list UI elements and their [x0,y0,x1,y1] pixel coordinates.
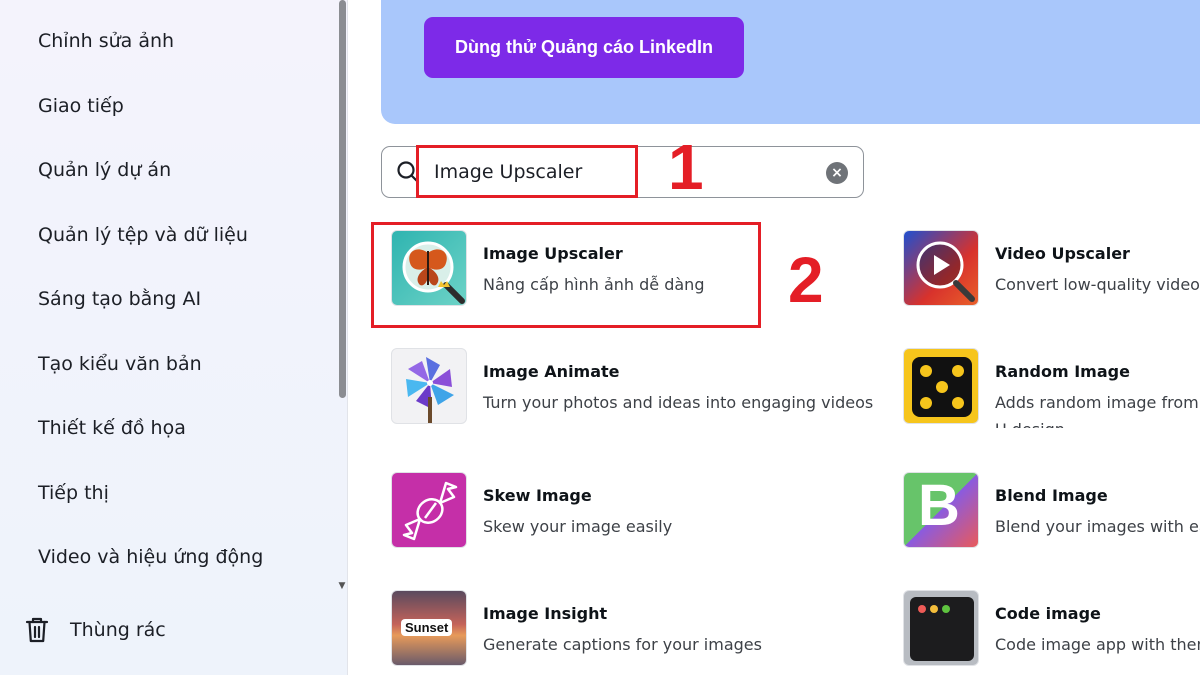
clear-search-icon[interactable]: × [826,162,848,184]
try-linkedin-ads-button[interactable]: Dùng thử Quảng cáo LinkedIn [424,17,744,78]
app-description: Blend your images with eas [995,517,1200,536]
sidebar-item-sang-tao-ai[interactable]: Sáng tạo bằng AI [38,288,201,310]
sidebar-item-tao-kieu-van-ban[interactable]: Tạo kiểu văn bản [38,353,202,375]
pinwheel-icon [391,348,467,424]
code-window-icon [903,590,979,666]
sidebar-item-video-hieu-ung[interactable]: Video và hiệu ứng động [38,546,263,568]
sunset-thumb-label: Sunset [401,619,453,636]
app-title: Skew Image [483,486,592,505]
app-description: Skew your image easily [483,517,673,536]
sidebar-item-giao-tiep[interactable]: Giao tiếp [38,95,124,117]
app-card-image-upscaler[interactable]: Image Upscaler Nâng cấp hình ảnh dễ dàng [391,230,861,310]
app-card-random-image[interactable]: Random Image Adds random image from U de… [903,348,1200,428]
app-description: Nâng cấp hình ảnh dễ dàng [483,275,705,294]
scroll-down-arrow-icon[interactable]: ▼ [336,580,348,592]
sidebar-item-quan-ly-tep[interactable]: Quản lý tệp và dữ liệu [38,224,248,246]
app-description: Code image app with them [995,635,1200,654]
sidebar: Chỉnh sửa ảnh Giao tiếp Quản lý dự án Qu… [0,0,348,675]
dice-icon [903,348,979,424]
candy-icon [391,472,467,548]
app-card-blend-image[interactable]: B Blend Image Blend your images with eas [903,472,1200,552]
app-description: Turn your photos and ideas into engaging… [483,393,874,412]
app-title: Image Upscaler [483,244,623,263]
app-title: Video Upscaler [995,244,1130,263]
app-description: Generate captions for your images [483,635,762,654]
sidebar-item-quan-ly-du-an[interactable]: Quản lý dự án [38,159,171,181]
app-card-video-upscaler[interactable]: Video Upscaler Convert low-quality video… [903,230,1200,310]
app-title: Image Insight [483,604,608,623]
app-card-image-insight[interactable]: Sunset Image Insight Generate captions f… [391,590,861,670]
app-title: Code image [995,604,1101,623]
app-title: Image Animate [483,362,620,381]
letter-b-icon: B [903,472,979,548]
butterfly-magnifier-icon [391,230,467,306]
sunset-icon: Sunset [391,590,467,666]
app-title: Blend Image [995,486,1108,505]
app-title: Random Image [995,362,1130,381]
annotation-step-1: 1 [668,131,704,203]
app-description: Convert low-quality videos i [995,275,1200,294]
app-description: Adds random image from U design. [995,393,1199,428]
sidebar-scrollbar[interactable] [339,0,346,398]
app-card-code-image[interactable]: Code image Code image app with them [903,590,1200,670]
trash-label: Thùng rác [70,619,166,641]
app-card-image-animate[interactable]: Image Animate Turn your photos and ideas… [391,348,873,428]
sidebar-item-tiep-thi[interactable]: Tiếp thị [38,482,109,504]
sidebar-item-thiet-ke-do-hoa[interactable]: Thiết kế đồ họa [38,417,186,439]
trash-icon [24,615,50,645]
highlight-box-search [416,145,638,198]
video-magnifier-icon [903,230,979,306]
sidebar-item-chinh-sua-anh[interactable]: Chỉnh sửa ảnh [38,30,174,52]
trash-link[interactable]: Thùng rác [24,612,244,648]
app-card-skew-image[interactable]: Skew Image Skew your image easily [391,472,861,552]
